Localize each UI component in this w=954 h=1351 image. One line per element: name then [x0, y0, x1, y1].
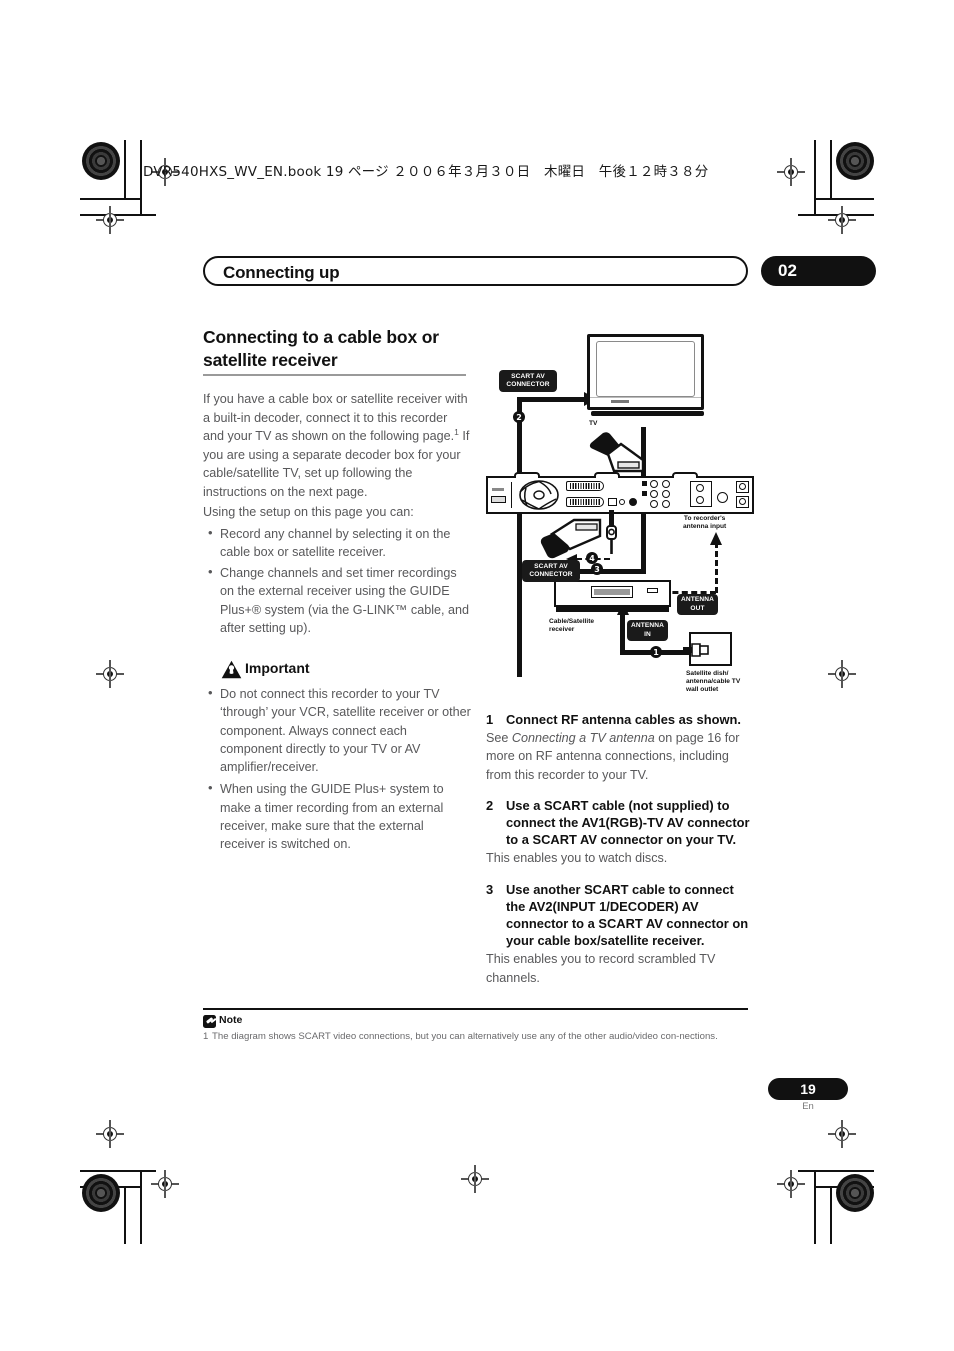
registration-starburst-icon: [82, 1174, 120, 1212]
steps-list: 1 Connect RF antenna cables as shown. See…: [486, 711, 750, 1000]
cable-rf-antenna-in-riser: [620, 612, 625, 654]
connection-diagram: TV 4 Cable/Satellite receiver Satellite …: [486, 332, 754, 702]
warning-triangle-icon: [221, 660, 242, 679]
chapter-title: Connecting up: [223, 263, 340, 282]
registration-crosshair-icon: [828, 206, 856, 234]
registration-crosshair-icon: [828, 660, 856, 688]
step-marker-2: 2: [513, 411, 525, 423]
important-bullet-list: Do not connect this recorder to your TV …: [203, 684, 471, 853]
step-body-pre: See: [486, 731, 512, 746]
step-heading: 1 Connect RF antenna cables as shown.: [486, 711, 750, 728]
chapter-number: 02: [778, 261, 797, 280]
section-heading-rule: [203, 374, 466, 376]
important-heading: Important: [245, 660, 310, 676]
tv-label: TV: [589, 420, 598, 427]
chapter-number-badge: 02: [761, 256, 876, 286]
cable-satellite-receiver-device: [554, 580, 671, 614]
section-bullet-list: Record any channel by selecting it on th…: [203, 524, 471, 638]
step-body-italic: Connecting a TV antenna: [511, 731, 655, 746]
wall-outlet-label: Satellite dish/ antenna/cable TV wall ou…: [686, 670, 741, 694]
section-heading: Connecting to a cable box or satellite r…: [203, 327, 439, 371]
antenna-out-label: ANTENNA OUT: [677, 594, 718, 615]
cable-rf-dashed-vertical: [715, 542, 718, 593]
important-heading-row: Important: [203, 660, 471, 681]
page-language: En: [802, 1101, 814, 1112]
cable-scart-to-tv-elbow: [517, 397, 589, 402]
running-head: DVR540HXS_WV_EN.book 19 ページ ２００６年３月３０日 木…: [143, 164, 709, 180]
registration-starburst-icon: [836, 1174, 874, 1212]
step-heading: 3 Use another SCART cable to connect the …: [486, 881, 750, 950]
list-item: Record any channel by selecting it on th…: [203, 524, 471, 562]
registration-crosshair-icon: [461, 1165, 489, 1193]
step-2: 2 Use a SCART cable (not supplied) to con…: [486, 797, 750, 868]
intro-text-1: If you have a cable box or satellite rec…: [203, 392, 468, 443]
step-marker-3: 3: [591, 563, 603, 575]
step-3: 3 Use another SCART cable to connect the …: [486, 881, 750, 987]
step-1: 1 Connect RF antenna cables as shown. See…: [486, 711, 750, 784]
step-body: This enables you to record scrambled TV …: [486, 952, 716, 985]
registration-crosshair-icon: [828, 1120, 856, 1148]
list-item: Change channels and set timer recordings…: [203, 563, 471, 637]
footnote-rule: [203, 1008, 748, 1010]
chapter-title-bar: Connecting up: [203, 256, 748, 286]
cable-scart-to-tv: [517, 397, 522, 677]
footnote-text: The diagram shows SCART video connection…: [212, 1031, 718, 1042]
list-item: Do not connect this recorder to your TV …: [203, 684, 471, 776]
registration-crosshair-icon: [151, 1170, 179, 1198]
step-heading-text: Use a SCART cable (not supplied) to conn…: [506, 797, 750, 848]
antenna-in-label: ANTENNA IN: [627, 620, 668, 641]
step-heading-text: Connect RF antenna cables as shown.: [506, 712, 741, 727]
scart-plug-top-icon: [589, 432, 645, 473]
list-item: When using the GUIDE Plus+ system to mak…: [203, 779, 471, 853]
registration-crosshair-icon: [96, 206, 124, 234]
registration-crosshair-icon: [96, 1120, 124, 1148]
cable-scart-trunk-bottom: [569, 569, 646, 574]
step-number: 2: [486, 797, 494, 813]
step-number: 3: [486, 881, 494, 897]
rf-connector-icon: [683, 643, 709, 657]
footnote-text-row: 1 The diagram shows SCART video connectio…: [203, 1030, 753, 1044]
registration-crosshair-icon: [777, 158, 805, 186]
scart-av-connector-label-bottom: SCART AV CONNECTOR: [522, 560, 580, 582]
step-marker-1: 1: [650, 646, 662, 658]
footnote-number: 1: [203, 1031, 209, 1042]
tv-device: [587, 334, 704, 418]
registration-crosshair-icon: [96, 660, 124, 688]
registration-starburst-icon: [82, 142, 120, 180]
important-block: Important Do not connect this recorder t…: [203, 660, 471, 857]
note-pencil-icon: [203, 1015, 216, 1028]
page-number: 19: [800, 1081, 816, 1097]
page-number-badge: 19: [768, 1078, 848, 1100]
step-body: See Connecting a TV antenna on page 16 f…: [486, 729, 750, 784]
intro-paragraph-3: Using the setup on this page you can:: [203, 505, 414, 519]
step-heading: 2 Use a SCART cable (not supplied) to con…: [486, 797, 750, 848]
note-heading-row: Note: [203, 1014, 243, 1028]
section-body: If you have a cable box or satellite rec…: [203, 390, 471, 640]
fan-grille-icon: [519, 480, 559, 510]
cable-satellite-receiver-label: Cable/Satellite receiver: [549, 618, 595, 634]
cable-arrow-rf-up-icon: [710, 532, 722, 545]
registration-starburst-icon: [836, 142, 874, 180]
step-number: 1: [486, 712, 494, 727]
intro-paragraph: If you have a cable box or satellite rec…: [203, 390, 471, 501]
scart-av-connector-label-top: SCART AV CONNECTOR: [499, 370, 557, 392]
wall-outlet-device: [683, 632, 732, 666]
registration-crosshair-icon: [777, 1170, 805, 1198]
step-body: This enables you to watch discs.: [486, 851, 668, 866]
note-heading: Note: [219, 1014, 243, 1026]
glink-cable-plug-icon: [606, 510, 617, 554]
step-heading-text: Use another SCART cable to connect the A…: [506, 881, 749, 949]
to-recorder-antenna-input-label: To recorder's antenna input: [683, 515, 727, 531]
